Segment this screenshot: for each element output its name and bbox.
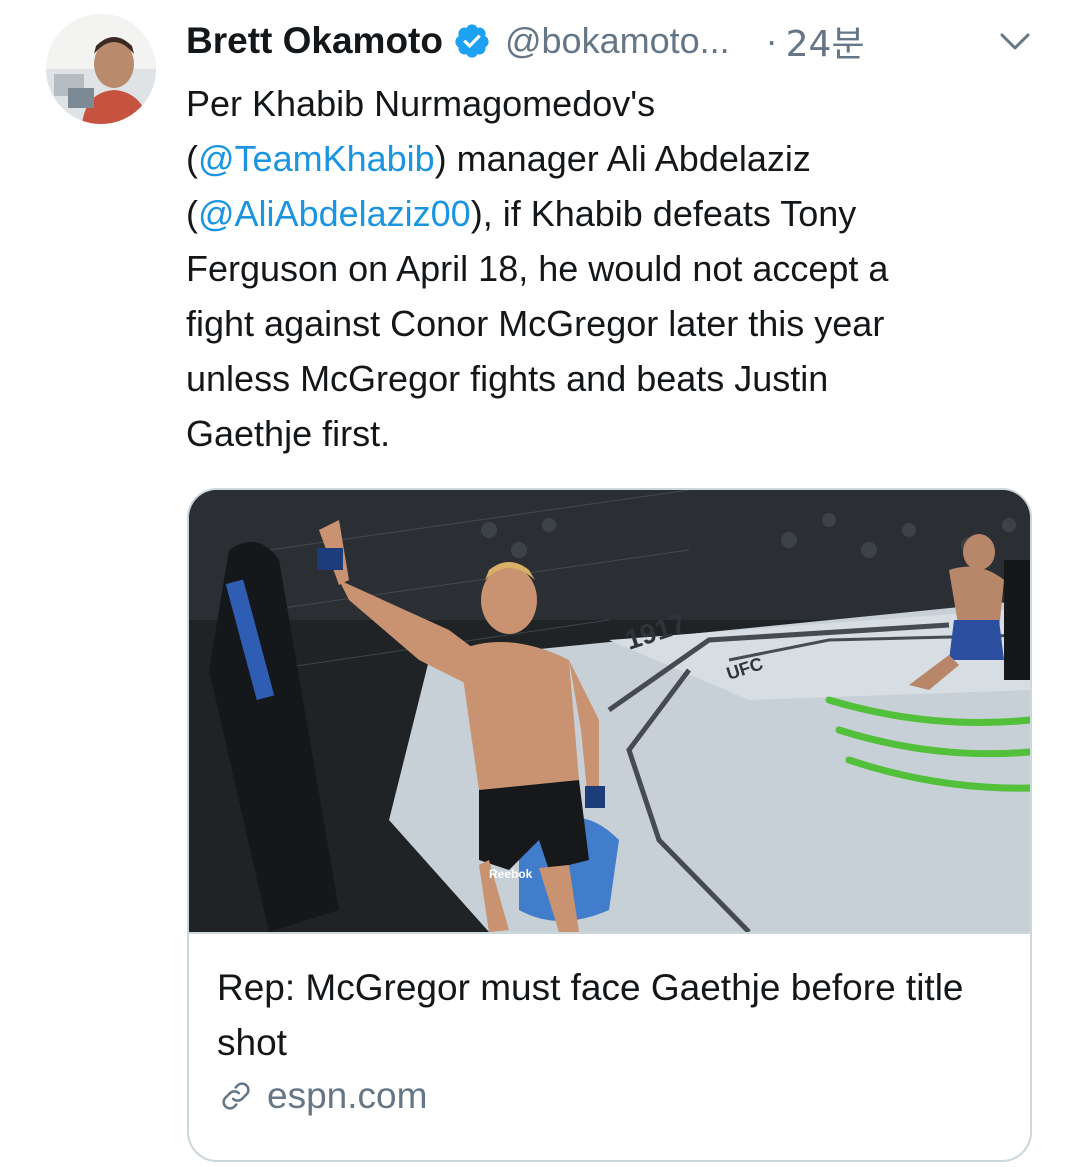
- tweet-text-line: unless McGregor fights and beats Justin: [186, 351, 1026, 406]
- timestamp[interactable]: 24분: [786, 15, 865, 67]
- card-domain[interactable]: espn.com: [217, 1075, 427, 1117]
- tweet-text-segment: Per Khabib Nurmagomedov's: [186, 83, 656, 124]
- tweet-text-segment: ), if Khabib defeats Tony: [470, 193, 857, 234]
- tweet-text-segment: ) manager Ali Abdelaziz: [434, 138, 811, 179]
- author-handle[interactable]: @bokamoto...: [505, 20, 730, 62]
- tweet-text-segment: (: [186, 193, 198, 234]
- card-title[interactable]: Rep: McGregor must face Gaethje before t…: [217, 960, 997, 1070]
- verified-badge-icon: [453, 22, 491, 60]
- link-card[interactable]: 1917 UFC Reebok Rep: McGregor must face …: [187, 488, 1032, 1162]
- avatar[interactable]: [46, 14, 156, 124]
- tweet-menu-button[interactable]: [990, 22, 1040, 62]
- tweet-text-segment: Gaethje first.: [186, 413, 391, 454]
- separator-dot: ·: [765, 20, 778, 61]
- chevron-down-icon: [1000, 33, 1030, 50]
- tweet-text: Per Khabib Nurmagomedov's (@TeamKhabib) m…: [186, 76, 1026, 461]
- tweet-text-line: Gaethje first.: [186, 406, 1026, 461]
- tweet-text-line: Ferguson on April 18, he would not accep…: [186, 241, 1026, 296]
- tweet-text-line: fight against Conor McGregor later this …: [186, 296, 1026, 351]
- mention-link[interactable]: @TeamKhabib: [198, 138, 435, 179]
- tweet-header: Brett Okamoto @bokamoto... · 24분: [186, 16, 1040, 66]
- shorts-logo-text: Reebok: [489, 867, 533, 881]
- tweet-text-line: (@TeamKhabib) manager Ali Abdelaziz: [186, 131, 1026, 186]
- tweet-text-line: Per Khabib Nurmagomedov's: [186, 76, 1026, 131]
- author-display-name[interactable]: Brett Okamoto: [186, 20, 443, 62]
- tweet-text-segment: unless McGregor fights and beats Justin: [186, 358, 829, 399]
- card-image: 1917 UFC Reebok: [189, 490, 1030, 934]
- tweet-text-line: (@AliAbdelaziz00), if Khabib defeats Ton…: [186, 186, 1026, 241]
- tweet-text-segment: Ferguson on April 18, he would not accep…: [186, 248, 889, 289]
- link-icon: [217, 1077, 255, 1115]
- avatar-photo: [46, 14, 156, 124]
- card-domain-text: espn.com: [267, 1075, 428, 1116]
- tweet-text-segment: (: [186, 138, 198, 179]
- tweet-text-segment: fight against Conor McGregor later this …: [186, 303, 885, 344]
- mention-link[interactable]: @AliAbdelaziz00: [198, 193, 471, 234]
